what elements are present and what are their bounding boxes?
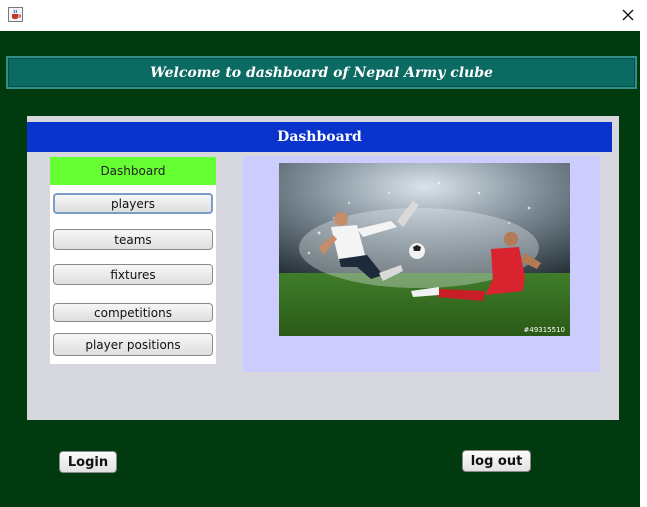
players-button[interactable]: players: [53, 193, 213, 214]
fixtures-button[interactable]: fixtures: [53, 264, 213, 285]
nav-menu: Dashboard players teams fixtures competi…: [50, 157, 216, 364]
player-positions-button[interactable]: player positions: [53, 333, 213, 356]
competitions-button[interactable]: competitions: [53, 303, 213, 322]
java-cup-icon: [8, 7, 23, 22]
logout-button[interactable]: log out: [462, 450, 531, 472]
welcome-banner: Welcome to dashboard of Nepal Army clube: [6, 56, 637, 89]
close-icon: [622, 9, 634, 21]
dashboard-header: Dashboard: [27, 122, 612, 152]
window-titlebar: [0, 0, 647, 31]
dashboard-panel: Dashboard Dashboard players teams fixtur…: [27, 116, 619, 420]
login-button[interactable]: Login: [59, 451, 117, 473]
soccer-players-photo: #49315510: [279, 163, 570, 336]
close-window-button[interactable]: [619, 6, 637, 24]
photo-stock-id: #49315510: [524, 326, 566, 334]
nav-title: Dashboard: [50, 157, 216, 185]
teams-button[interactable]: teams: [53, 229, 213, 250]
image-panel: #49315510: [243, 156, 600, 372]
window-edge: [640, 31, 647, 507]
